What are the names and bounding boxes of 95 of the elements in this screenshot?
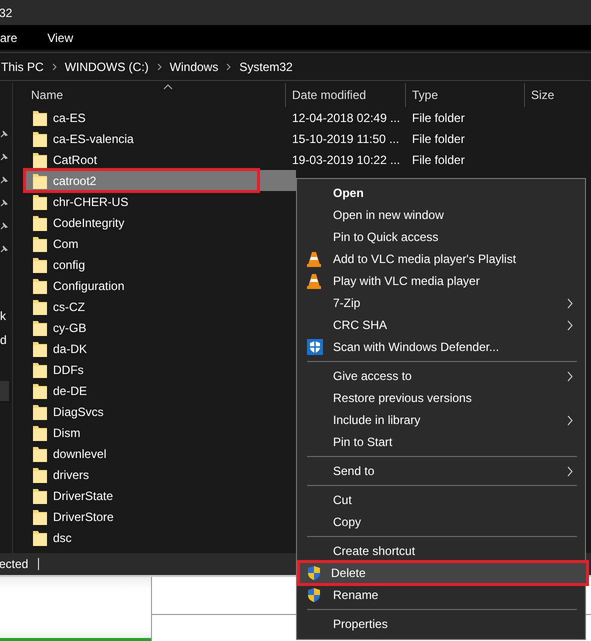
folder-icon <box>33 508 47 524</box>
folder-icon <box>33 424 47 440</box>
folder-icon <box>33 152 47 168</box>
folder-icon <box>33 278 47 294</box>
type-cell: File folder <box>412 132 465 146</box>
shield-icon <box>307 587 321 603</box>
folder-icon <box>33 130 47 146</box>
file-row[interactable]: de-DE <box>25 380 256 401</box>
folder-icon <box>33 382 47 398</box>
column-header[interactable]: Date modified <box>286 83 406 107</box>
file-row[interactable]: ca-ES-valencia <box>25 128 256 149</box>
pin-icon[interactable] <box>0 222 8 230</box>
menu-item[interactable]: Copy <box>299 511 583 533</box>
file-row[interactable]: Configuration <box>25 275 256 296</box>
file-row[interactable]: cs-CZ <box>25 296 256 317</box>
folder-icon <box>33 236 47 252</box>
menu-item[interactable]: Cut <box>299 489 583 511</box>
folder-icon <box>33 362 47 378</box>
date-cell-text: 15-10-2019 11:50 ... <box>292 132 400 146</box>
folder-icon <box>33 404 47 420</box>
file-row[interactable]: DriverState <box>25 485 256 506</box>
folder-icon <box>33 466 47 482</box>
column-header[interactable]: Name <box>25 83 286 107</box>
folder-icon <box>33 298 47 314</box>
address-bar[interactable]: This PC WINDOWS (C:) Windows System32 <box>0 52 591 81</box>
menu-item[interactable]: Add to VLC media player's Playlist <box>299 248 583 270</box>
shield-icon <box>307 339 323 355</box>
menu-item[interactable]: Play with VLC media player <box>299 270 583 292</box>
nav-item[interactable]: k <box>0 307 9 325</box>
breadcrumb-item[interactable]: Windows <box>170 60 218 74</box>
date-cell-text: 19-03-2019 10:22 ... <box>292 152 402 166</box>
date-cell-text: 12-04-2018 02:49 ... <box>292 110 402 124</box>
pin-icon[interactable] <box>0 130 8 138</box>
file-row[interactable]: ca-ES <box>25 107 256 128</box>
folder-icon <box>33 530 47 546</box>
menu-item[interactable]: Send to <box>299 460 583 482</box>
file-row[interactable]: Dism <box>25 422 256 443</box>
file-row[interactable]: config <box>25 254 256 275</box>
column-header[interactable]: Size <box>525 83 591 107</box>
file-row[interactable]: DriverStore <box>25 506 256 527</box>
menu-item[interactable]: Give access to <box>299 365 583 387</box>
folder-icon <box>33 340 47 356</box>
pin-icon[interactable] <box>0 176 8 184</box>
sort-caret-icon <box>163 84 173 90</box>
file-row[interactable]: drivers <box>25 464 256 485</box>
ribbon-tab[interactable]: View <box>43 28 78 46</box>
file-row[interactable]: cy-GB <box>25 317 256 338</box>
folder-icon <box>33 214 47 230</box>
menu-item[interactable]: Open in new window <box>299 204 583 226</box>
menu-item[interactable]: Restore previous versions <box>299 387 583 409</box>
file-row[interactable]: dsc <box>25 527 256 548</box>
pin-icon[interactable] <box>0 245 8 253</box>
menu-item[interactable]: Rename <box>299 584 583 606</box>
folder-icon <box>33 320 47 336</box>
column-header[interactable]: Type <box>406 83 525 107</box>
menu-item[interactable]: 7-Zip <box>299 292 583 314</box>
folder-icon <box>33 488 47 504</box>
nav-item[interactable]: d <box>0 331 9 349</box>
menu-item[interactable]: Pin to Start <box>299 431 583 453</box>
file-row[interactable]: DiagSvcs <box>25 401 256 422</box>
folder-icon <box>33 110 47 126</box>
folder-icon <box>33 172 47 188</box>
breadcrumb-item[interactable]: This PC <box>1 60 44 74</box>
chevron-icon <box>226 62 232 70</box>
file-row[interactable]: chr-CHER-US <box>25 191 256 212</box>
file-row[interactable]: catroot2 <box>25 170 258 191</box>
pin-icon[interactable] <box>0 199 8 207</box>
menu-item[interactable]: Scan with Windows Defender... <box>299 336 583 358</box>
file-row[interactable]: DDFs <box>25 359 256 380</box>
menu-item[interactable]: Properties <box>299 613 583 635</box>
shield-icon <box>307 565 321 581</box>
file-row[interactable]: da-DK <box>25 338 256 359</box>
pin-icon[interactable] <box>0 153 8 161</box>
menu-item[interactable]: Include in library <box>299 409 583 431</box>
menu-item[interactable]: Pin to Quick access <box>299 226 583 248</box>
ribbon-tab[interactable]: are <box>0 28 22 46</box>
folder-icon <box>33 194 47 210</box>
chevron-icon <box>52 62 57 70</box>
type-cell: File folder <box>412 152 465 166</box>
menu-item[interactable]: CRC SHA <box>299 314 583 336</box>
traffic-cone-icon <box>307 273 321 289</box>
file-row[interactable]: downlevel <box>25 443 256 464</box>
breadcrumb-item[interactable]: WINDOWS (C:) <box>64 60 149 74</box>
file-row[interactable]: Com <box>25 233 256 254</box>
folder-icon <box>33 446 47 462</box>
chevron-icon <box>156 62 162 70</box>
menu-item[interactable]: Delete <box>299 562 587 584</box>
type-cell: File folder <box>412 110 465 124</box>
file-row[interactable]: CatRoot <box>25 149 256 170</box>
menu-item[interactable]: Create shortcut <box>299 540 583 562</box>
menu-item[interactable]: Open <box>299 182 583 204</box>
file-row[interactable]: CodeIntegrity <box>25 212 256 233</box>
traffic-cone-icon <box>307 251 321 267</box>
breadcrumb-item[interactable]: System32 <box>239 60 293 74</box>
folder-icon <box>33 256 47 272</box>
